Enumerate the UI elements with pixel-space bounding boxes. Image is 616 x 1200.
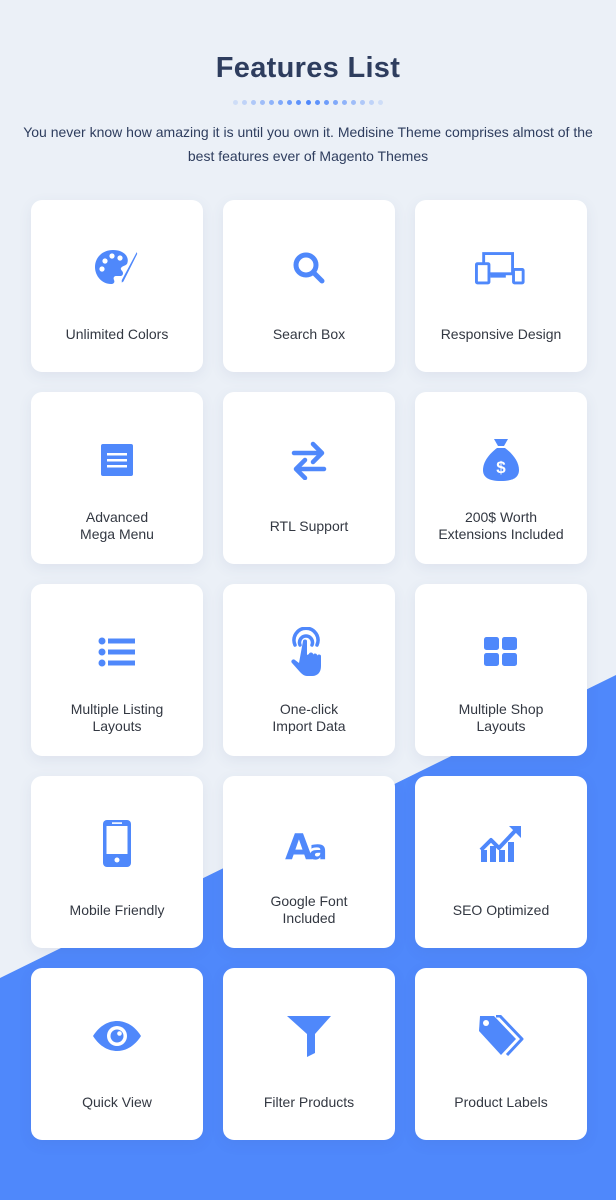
feature-card-search-box[interactable]: Search Box [223, 200, 395, 372]
divider-dot [305, 100, 311, 105]
divider-dot [233, 100, 238, 105]
divider-dot [359, 100, 365, 105]
divider-dot [296, 100, 302, 105]
divider-dot [251, 100, 257, 105]
money-bag-icon: $ [475, 434, 527, 486]
feature-label: One-click Import Data [272, 701, 346, 734]
feature-label: Multiple Shop Layouts [458, 701, 544, 734]
feature-label: RTL Support [269, 517, 349, 534]
feature-label: Search Box [272, 325, 346, 342]
feature-card-unlimited-colors[interactable]: Unlimited Colors [31, 200, 203, 372]
divider-dot [287, 100, 293, 105]
palette-icon [91, 242, 143, 294]
feature-label: Google Font Included [270, 893, 348, 926]
feature-card-responsive-design[interactable]: Responsive Design [415, 200, 587, 372]
feature-card-shop-layouts[interactable]: Multiple Shop Layouts [415, 584, 587, 756]
feature-card-seo-optimized[interactable]: SEO Optimized [415, 776, 587, 948]
feature-card-filter-products[interactable]: Filter Products [223, 968, 395, 1140]
menu-document-icon [91, 434, 143, 486]
feature-card-quick-view[interactable]: Quick View [31, 968, 203, 1140]
filter-funnel-icon [283, 1010, 335, 1062]
svg-text:a: a [309, 835, 327, 862]
divider-dots [233, 100, 383, 106]
feature-label: SEO Optimized [452, 901, 550, 918]
font-icon: A a [283, 818, 335, 870]
feature-card-listing-layouts[interactable]: Multiple Listing Layouts [31, 584, 203, 756]
svg-text:$: $ [496, 458, 506, 477]
feature-card-product-labels[interactable]: Product Labels [415, 968, 587, 1140]
divider-dot [278, 100, 284, 105]
feature-label: Mobile Friendly [69, 901, 165, 918]
feature-label: 200$ Worth Extensions Included [438, 509, 564, 542]
page-title: Features List [215, 52, 401, 84]
feature-label: Unlimited Colors [65, 325, 169, 342]
divider-dot [368, 100, 374, 105]
divider-dot [341, 100, 347, 105]
divider-dot [242, 100, 248, 105]
feature-label: Advanced Mega Menu [80, 509, 154, 542]
list-icon [91, 626, 143, 678]
tags-icon [475, 1010, 527, 1062]
section-description: You never know how amazing it is until y… [23, 124, 593, 164]
divider-dot [260, 100, 266, 105]
tap-hand-icon [283, 626, 335, 678]
feature-card-extensions[interactable]: $ 200$ Worth Extensions Included [415, 392, 587, 564]
divider-dot [314, 100, 320, 105]
divider-dot [323, 100, 329, 105]
features-grid: Unlimited Colors Search Box Responsive D… [31, 200, 587, 1140]
feature-card-mobile-friendly[interactable]: Mobile Friendly [31, 776, 203, 948]
divider-dot [378, 100, 383, 105]
search-icon [283, 242, 335, 294]
feature-label: Product Labels [454, 1093, 548, 1110]
smartphone-icon [91, 818, 143, 870]
feature-card-google-font[interactable]: A a Google Font Included [223, 776, 395, 948]
feature-card-rtl-support[interactable]: RTL Support [223, 392, 395, 564]
divider-dot [269, 100, 275, 105]
feature-label: Filter Products [263, 1093, 355, 1110]
divider-dot [332, 100, 338, 105]
responsive-devices-icon [475, 242, 527, 294]
feature-label: Quick View [82, 1093, 152, 1110]
feature-label: Multiple Listing Layouts [70, 701, 164, 734]
feature-card-mega-menu[interactable]: Advanced Mega Menu [31, 392, 203, 564]
eye-icon [91, 1010, 143, 1062]
feature-card-import-data[interactable]: One-click Import Data [223, 584, 395, 756]
feature-label: Responsive Design [440, 325, 562, 342]
growth-chart-icon [475, 818, 527, 870]
divider-dot [350, 100, 356, 105]
swap-arrows-icon [283, 434, 335, 486]
grid-icon [475, 626, 527, 678]
